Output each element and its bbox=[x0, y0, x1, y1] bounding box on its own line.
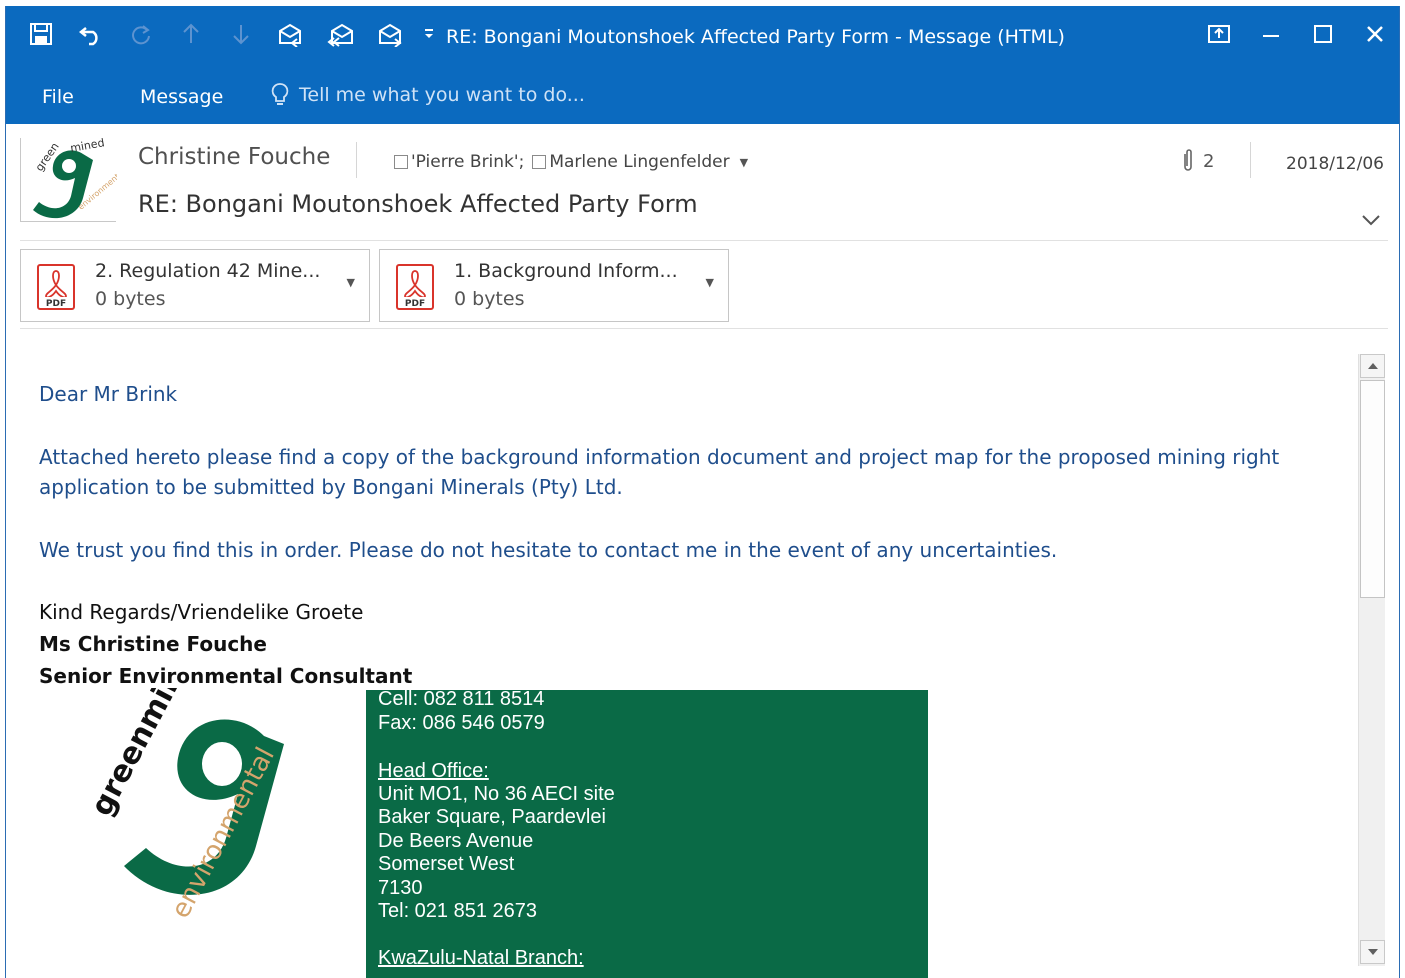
contact-info-box: Cell: 082 811 8514 Fax: 086 546 0579 Hea… bbox=[366, 690, 928, 978]
window-title: RE: Bongani Moutonshoek Affected Party F… bbox=[446, 26, 1065, 48]
chevron-down-icon[interactable]: ▼ bbox=[740, 156, 748, 169]
sender-name[interactable]: Christine Fouche bbox=[138, 144, 330, 170]
body-paragraph: We trust you find this in order. Please … bbox=[39, 538, 1058, 562]
header-divider bbox=[1250, 142, 1251, 178]
message-subject: RE: Bongani Moutonshoek Affected Party F… bbox=[138, 190, 698, 218]
down-arrow-icon[interactable] bbox=[216, 18, 266, 50]
attachment-size: 0 bytes bbox=[454, 288, 525, 310]
sender-avatar: green mined environmental bbox=[20, 136, 127, 222]
message-header: green mined environmental Christine Fouc… bbox=[6, 124, 1399, 242]
customize-icon[interactable] bbox=[416, 18, 442, 50]
signature-name: Ms Christine Fouche bbox=[39, 632, 267, 656]
pdf-icon: PDF bbox=[395, 263, 435, 311]
company-logo: greenmined environmental bbox=[84, 626, 336, 923]
recipient-list[interactable]: 'Pierre Brink'; Marlene Lingenfelder ▼ bbox=[394, 152, 748, 172]
contact-fax: Fax: 086 546 0579 bbox=[378, 712, 545, 734]
reply-icon[interactable] bbox=[266, 18, 316, 50]
ribbon-display-options-icon[interactable] bbox=[1193, 14, 1245, 54]
minimize-icon[interactable] bbox=[1245, 14, 1297, 54]
sent-date: 2018/12/06 bbox=[1286, 154, 1384, 174]
scroll-up-icon[interactable] bbox=[1360, 354, 1385, 378]
quick-access-toolbar bbox=[16, 18, 442, 50]
up-arrow-icon[interactable] bbox=[166, 18, 216, 50]
attachment-name: 2. Regulation 42 Mine... bbox=[95, 260, 321, 282]
head-office-label: Head Office: bbox=[378, 760, 489, 782]
branch-label: KwaZulu-Natal Branch: bbox=[378, 947, 584, 969]
scroll-down-icon[interactable] bbox=[1360, 940, 1385, 964]
attachment-count: 2 bbox=[1181, 148, 1214, 174]
forward-icon[interactable] bbox=[366, 18, 416, 50]
attachment-menu-icon[interactable]: ▼ bbox=[347, 276, 355, 289]
address-line: Unit MO1, No 36 AECI site bbox=[378, 783, 615, 805]
recipient-checkbox[interactable] bbox=[532, 155, 547, 169]
body-paragraph: application to be submitted by Bongani M… bbox=[39, 475, 623, 499]
recipient-item[interactable]: 'Pierre Brink'; bbox=[411, 152, 524, 172]
vertical-scrollbar[interactable] bbox=[1358, 354, 1385, 966]
paperclip-icon bbox=[1184, 149, 1192, 171]
ribbon-tab-bar: File Message Tell me what you want to do… bbox=[6, 70, 1399, 124]
save-icon[interactable] bbox=[16, 18, 66, 50]
maximize-icon[interactable] bbox=[1297, 14, 1349, 54]
window-controls bbox=[1193, 14, 1399, 54]
scrollbar-thumb[interactable] bbox=[1360, 380, 1385, 598]
undo-icon[interactable] bbox=[66, 18, 116, 50]
attachment-separator bbox=[20, 328, 1388, 329]
message-window: RE: Bongani Moutonshoek Affected Party F… bbox=[5, 6, 1400, 978]
close-icon[interactable] bbox=[1349, 14, 1399, 54]
tell-me-text: Tell me what you want to do... bbox=[299, 84, 585, 106]
reply-all-icon[interactable] bbox=[316, 18, 366, 50]
attachment-size: 0 bytes bbox=[95, 288, 166, 310]
greeting: Dear Mr Brink bbox=[39, 382, 178, 406]
tab-message[interactable]: Message bbox=[140, 86, 223, 108]
expand-header-icon[interactable] bbox=[1361, 212, 1381, 231]
contact-cell: Cell: 082 811 8514 bbox=[378, 690, 545, 710]
contact-tel: Tel: 021 851 2673 bbox=[378, 900, 538, 922]
attachment-item[interactable]: PDF 1. Background Inform... 0 bytes ▼ bbox=[379, 249, 729, 322]
attachment-name: 1. Background Inform... bbox=[454, 260, 678, 282]
recipient-item[interactable]: Marlene Lingenfelder bbox=[549, 152, 729, 172]
address-line: Somerset West bbox=[378, 853, 515, 875]
svg-text:mined: mined bbox=[69, 138, 105, 155]
attachment-item[interactable]: PDF 2. Regulation 42 Mine... 0 bytes ▼ bbox=[20, 249, 370, 322]
address-line: De Beers Avenue bbox=[378, 830, 534, 852]
header-divider bbox=[356, 142, 357, 178]
tab-file[interactable]: File bbox=[42, 86, 74, 108]
lightbulb-icon bbox=[271, 83, 289, 105]
attachment-menu-icon[interactable]: ▼ bbox=[706, 276, 714, 289]
attachment-bar: PDF 2. Regulation 42 Mine... 0 bytes ▼ P… bbox=[6, 242, 1399, 330]
pdf-label: PDF bbox=[405, 299, 425, 309]
closing: Kind Regards/Vriendelike Groete bbox=[39, 600, 364, 624]
tell-me-box[interactable]: Tell me what you want to do... bbox=[271, 82, 585, 108]
redo-icon[interactable] bbox=[116, 18, 166, 50]
pdf-icon: PDF bbox=[36, 263, 76, 311]
signature-title: Senior Environmental Consultant bbox=[39, 664, 413, 688]
pdf-label: PDF bbox=[46, 299, 66, 309]
title-bar: RE: Bongani Moutonshoek Affected Party F… bbox=[6, 6, 1399, 70]
message-body: Dear Mr Brink Attached hereto please fin… bbox=[6, 330, 1354, 978]
body-paragraph: Attached hereto please find a copy of th… bbox=[39, 445, 1280, 469]
header-separator bbox=[20, 240, 1388, 241]
address-line: Baker Square, Paardevlei bbox=[378, 806, 606, 828]
recipient-checkbox[interactable] bbox=[394, 155, 408, 169]
address-line: 7130 bbox=[378, 877, 423, 899]
